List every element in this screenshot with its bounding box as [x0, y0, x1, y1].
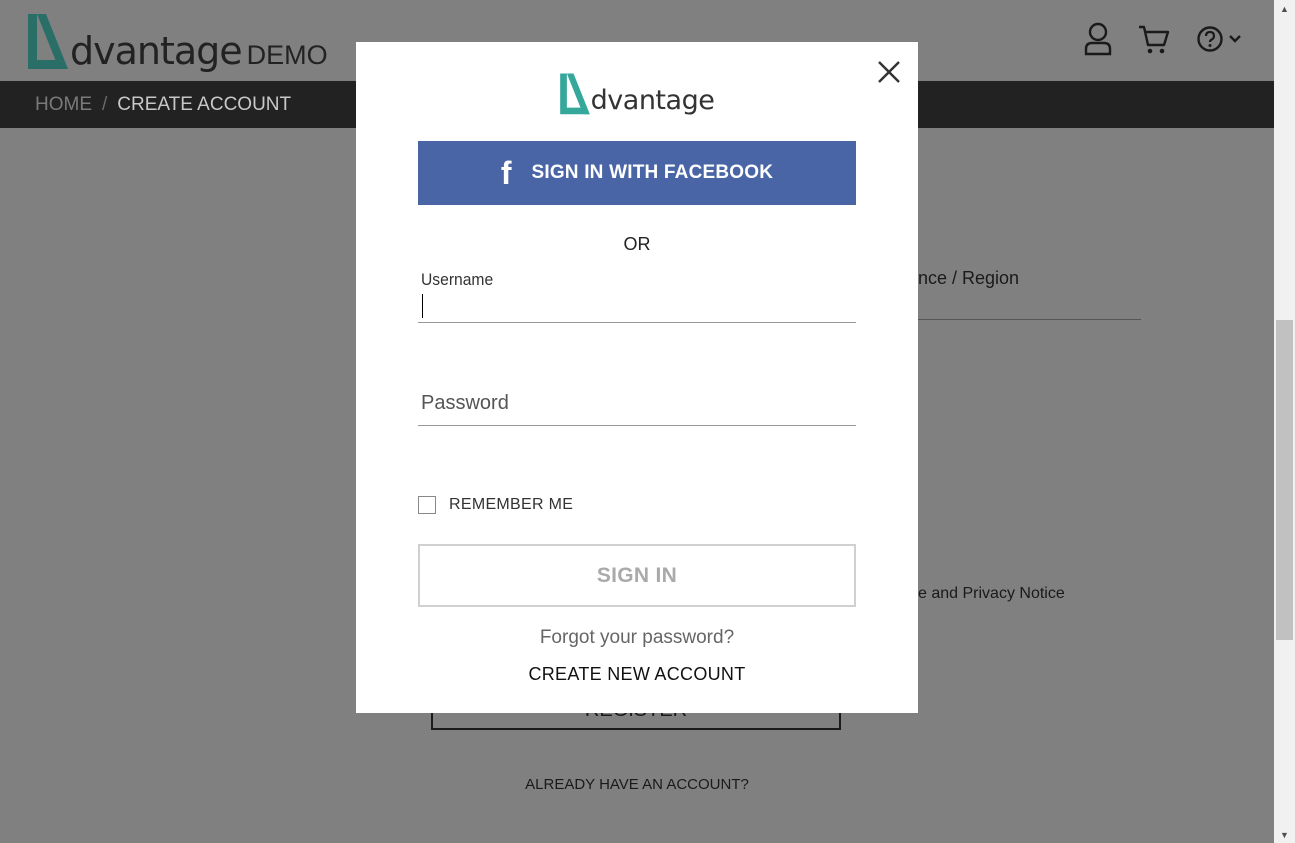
country-region-underline: [918, 319, 1141, 320]
advantage-demo-logo[interactable]: dvantage DEMO: [28, 12, 328, 70]
text-cursor: [422, 294, 423, 318]
username-input[interactable]: [418, 289, 856, 323]
username-field: Username: [418, 267, 856, 323]
logo-demo-suffix: DEMO: [246, 40, 328, 70]
password-field: Password: [418, 388, 856, 426]
chevron-down-icon: [1229, 35, 1241, 43]
already-have-account-link[interactable]: ALREADY HAVE AN ACCOUNT?: [0, 776, 1274, 793]
modal-logo-word: dvantage: [590, 85, 715, 116]
user-icon[interactable]: [1084, 22, 1112, 56]
remember-me-label: REMEMBER ME: [449, 496, 574, 513]
cart-icon[interactable]: [1138, 23, 1170, 55]
breadcrumb-current: CREATE ACCOUNT: [117, 94, 292, 115]
password-input[interactable]: [418, 392, 856, 426]
forgot-password-link[interactable]: Forgot your password?: [356, 627, 918, 649]
page-scrollbar[interactable]: ▲ ▼: [1274, 0, 1295, 843]
breadcrumb-separator: /: [102, 94, 108, 115]
facebook-signin-button[interactable]: f SIGN IN WITH FACEBOOK: [418, 141, 856, 205]
country-region-label: nce / Region: [918, 268, 1020, 288]
header-icons: [1084, 22, 1242, 56]
logo-word: dvantage: [70, 29, 243, 73]
or-divider: OR: [623, 234, 651, 254]
breadcrumb-home[interactable]: HOME: [35, 94, 92, 116]
sign-in-button[interactable]: SIGN IN: [418, 544, 856, 607]
help-icon: [1197, 26, 1223, 52]
username-label: Username: [421, 270, 494, 289]
scroll-up-arrow-icon[interactable]: ▲: [1274, 0, 1295, 17]
create-new-account-link[interactable]: CREATE NEW ACCOUNT: [356, 664, 918, 685]
checkbox-box[interactable]: [418, 496, 436, 514]
modal-logo: dvantage: [356, 72, 918, 115]
help-menu[interactable]: [1196, 25, 1242, 53]
login-modal: dvantage f SIGN IN WITH FACEBOOK OR User…: [356, 42, 918, 713]
advantage-logo-icon: [559, 73, 590, 115]
advantage-logo-icon: [28, 14, 68, 69]
facebook-icon: f: [500, 155, 512, 191]
privacy-notice-text[interactable]: e and Privacy Notice: [918, 585, 1065, 603]
scrollbar-thumb[interactable]: [1276, 320, 1293, 640]
breadcrumb: HOME / CREATE ACCOUNT: [35, 94, 291, 116]
remember-me-checkbox[interactable]: REMEMBER ME: [418, 496, 573, 514]
facebook-signin-label: SIGN IN WITH FACEBOOK: [531, 162, 774, 183]
scroll-down-arrow-icon[interactable]: ▼: [1274, 826, 1295, 843]
